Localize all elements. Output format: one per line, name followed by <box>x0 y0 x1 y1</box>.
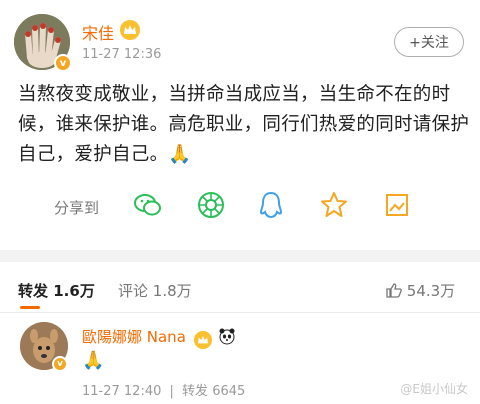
tab-like-count: 54.3万 <box>406 282 456 300</box>
poster-avatar[interactable]: v <box>14 14 72 72</box>
watermark: @E姐小仙女 <box>400 382 468 396</box>
panda-badge-icon <box>218 327 236 349</box>
commenter-username: 歐陽娜娜 Nana <box>82 328 186 346</box>
member-crown-icon <box>120 20 140 40</box>
tab-like[interactable]: 54.3万 <box>386 280 455 301</box>
post-timestamp: 11-27 12:36 <box>82 47 162 62</box>
tab-comment-label: 评论 <box>118 282 149 300</box>
commenter-verified-badge-icon: v <box>52 356 68 372</box>
commenter-avatar[interactable]: v <box>20 322 68 372</box>
tab-repost-label: 转发 <box>18 282 49 300</box>
active-tab-indicator <box>20 306 40 309</box>
post-text: 当熬夜变成敬业，当拼命当成应当，当生命不在的时候，谁来保护谁。高危职业，同行们热… <box>18 84 470 165</box>
share-label: 分享到 <box>54 199 100 217</box>
tab-comment-count: 1.8万 <box>152 282 192 300</box>
tab-repost[interactable]: 转发 1.6万 <box>18 280 95 301</box>
comment-repost-count: 6645 <box>212 384 246 399</box>
photo-icon[interactable] <box>382 190 412 220</box>
comment-repost-label: 转发 <box>182 384 209 399</box>
poster-username[interactable]: 宋佳 <box>82 20 114 44</box>
qq-icon[interactable] <box>256 190 286 220</box>
commenter-name-row[interactable]: 歐陽娜娜 Nana <box>82 326 236 349</box>
moments-icon[interactable] <box>196 190 226 220</box>
comment-repost-link[interactable]: 转发 6645 <box>182 384 245 399</box>
like-icon <box>386 282 407 300</box>
follow-button[interactable]: +关注 <box>394 27 464 57</box>
tab-separator <box>0 312 480 313</box>
member-crown-icon <box>193 331 212 349</box>
verified-badge-icon: v <box>54 54 72 72</box>
tab-repost-count: 1.6万 <box>53 282 95 300</box>
tab-comment[interactable]: 评论 1.8万 <box>118 280 192 301</box>
comment-timestamp: 11-27 12:40 <box>82 384 162 399</box>
section-divider <box>0 250 480 262</box>
qzone-star-icon[interactable] <box>319 190 349 220</box>
wechat-icon[interactable] <box>133 190 163 220</box>
comment-text: 🙏 <box>82 350 105 371</box>
comment-meta: 11-27 12:40 | 转发 6645 <box>82 384 246 399</box>
